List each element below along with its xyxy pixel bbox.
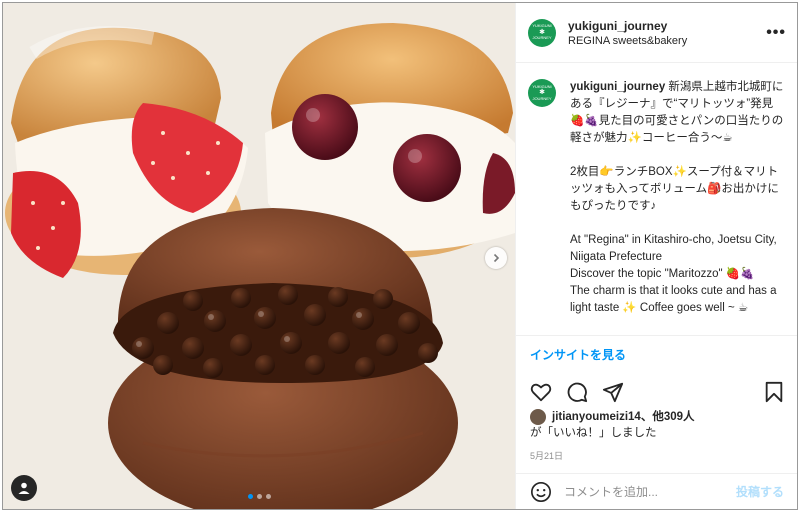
- likes-text: が「いいね！」しました: [530, 427, 657, 439]
- more-icon[interactable]: •••: [766, 24, 786, 42]
- carousel-indicator: [3, 494, 515, 499]
- post-photo[interactable]: [3, 3, 515, 509]
- caption-username[interactable]: yukiguni_journey: [570, 81, 665, 93]
- logo-text-bottom: JOURNEY: [532, 95, 552, 101]
- caption-paragraph-1: yukiguni_journey 新潟県上越市北城町にある『レジーナ』で“マリト…: [570, 79, 786, 147]
- heart-icon[interactable]: [530, 381, 552, 403]
- likes-others[interactable]: 、他309人: [641, 409, 695, 425]
- header-username[interactable]: yukiguni_journey: [568, 19, 766, 33]
- maritozzo-image: [3, 3, 515, 509]
- likes-summary: jitianyoumeizi14 、他309人 が「いいね！」しました: [530, 409, 784, 441]
- action-bar: [516, 373, 797, 411]
- avatar[interactable]: YUKIGUNI ✱ JOURNEY: [528, 18, 556, 47]
- caption-line: The charm is that it looks cute and has …: [570, 285, 777, 314]
- liker-username[interactable]: jitianyoumeizi14: [552, 409, 641, 425]
- caption: YUKIGUNI ✱ JOURNEY yukiguni_journey 新潟県上…: [516, 63, 797, 335]
- caption-paragraph-3: At "Regina" in Kitashiro-cho, Joetsu Cit…: [570, 232, 786, 317]
- bookmark-icon[interactable]: [764, 381, 784, 403]
- caption-avatar[interactable]: YUKIGUNI ✱ JOURNEY: [528, 79, 556, 107]
- post-date[interactable]: 5月21日: [530, 449, 563, 462]
- user-tag-icon: [18, 482, 30, 494]
- post-modal: YUKIGUNI ✱ JOURNEY yukiguni_journey REGI…: [2, 2, 798, 510]
- carousel-dot: [256, 494, 262, 499]
- caption-paragraph-2: 2枚目👉ランチBOX✨スープ付＆マリトッツォも入ってボリューム🎒お出かけにもぴっ…: [570, 166, 779, 212]
- caption-line: At "Regina" in Kitashiro-cho, Joetsu Cit…: [570, 234, 777, 263]
- location-link[interactable]: REGINA sweets&bakery: [568, 35, 766, 47]
- comment-icon[interactable]: [566, 381, 588, 403]
- view-insights-link[interactable]: インサイトを見る: [516, 335, 797, 371]
- carousel-next-button[interactable]: [485, 247, 507, 269]
- post-header: YUKIGUNI ✱ JOURNEY yukiguni_journey REGI…: [516, 3, 797, 63]
- comment-input[interactable]: [564, 484, 736, 499]
- chevron-right-icon: [493, 253, 500, 263]
- carousel-dot: [247, 494, 253, 499]
- comment-bar: 投稿する: [516, 473, 797, 509]
- post-side-panel: YUKIGUNI ✱ JOURNEY yukiguni_journey REGI…: [515, 3, 797, 509]
- post-comment-button[interactable]: 投稿する: [736, 483, 784, 500]
- share-icon[interactable]: [602, 381, 624, 403]
- caption-line: Discover the topic "Maritozzo" 🍓🍇: [570, 268, 755, 280]
- logo-text-bottom: JOURNEY: [532, 35, 552, 41]
- emoji-icon[interactable]: [530, 481, 552, 503]
- carousel-dot: [265, 494, 271, 499]
- liker-avatar[interactable]: [530, 409, 546, 425]
